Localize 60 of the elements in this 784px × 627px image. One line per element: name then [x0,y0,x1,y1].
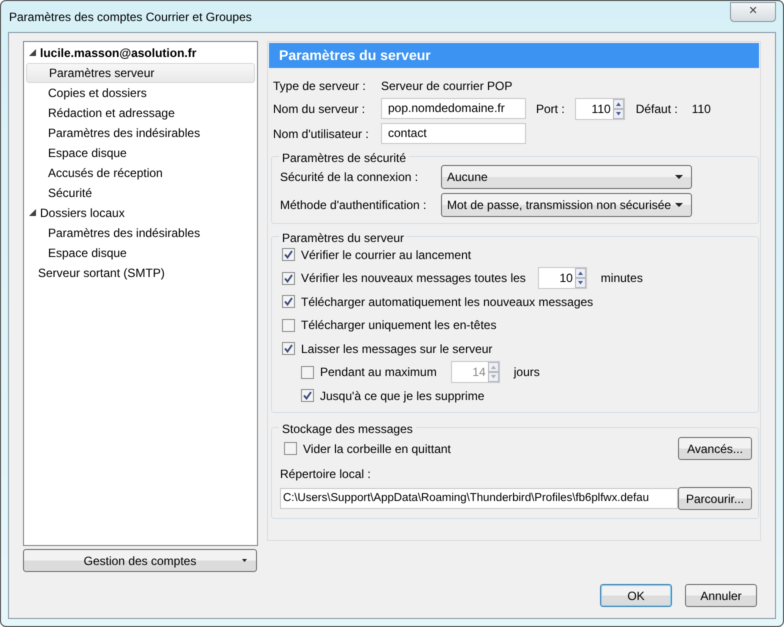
tree-item[interactable]: Accusés de réception [26,163,255,183]
manage-accounts-button[interactable]: Gestion des comptes [23,549,257,572]
number-spinner[interactable]: 10 [538,267,587,290]
field-value: 110 [692,100,711,118]
unit-label: minutes [600,270,643,288]
checkbox[interactable] [282,248,295,262]
field-label: Défaut : [636,100,678,118]
caret-icon [242,559,247,562]
checkbox[interactable] [282,295,295,308]
panel-title: Paramètres du serveur [269,43,759,68]
checkbox-label: Pendant au maximum [320,364,437,382]
checkbox[interactable] [301,389,314,402]
checkbox-label: Jusqu'à ce que je les supprime [320,388,484,405]
checkbox-label: Vérifier le courrier au lancement [301,246,472,264]
checkbox-label: Télécharger automatiquement les nouveaux messages [301,294,594,311]
checkbox-label: Vérifier les nouveaux messages toutes les [301,270,526,288]
checkbox[interactable] [284,442,297,455]
field-value: Serveur de courrier POP [381,78,512,94]
tree-item[interactable]: Copies et dossiers [26,83,255,103]
tree-item[interactable]: Serveur sortant (SMTP) [26,263,255,283]
dialog-button[interactable]: Annuler [685,584,757,607]
browse-button[interactable]: Parcourir... [678,487,752,510]
directory-field[interactable]: C:\Users\Support\AppData\Roaming\Thunderbird\Profiles\fb6plfwx.defau [280,488,678,509]
tree-item[interactable]: Paramètres serveur [26,63,255,83]
username-field[interactable]: contact [381,123,526,144]
caret-icon [675,203,683,207]
checkbox-label: Laisser les messages sur le serveur [301,340,492,358]
checkbox[interactable] [282,318,295,332]
checkbox[interactable] [282,342,295,356]
field-label: Port : [536,100,565,118]
field-label: Nom du serveur : [273,100,366,118]
tree-item[interactable]: Paramètres des indésirables [26,223,255,243]
dropdown[interactable]: Aucune [441,165,692,189]
tree-item[interactable]: Espace disque [26,143,255,163]
checkbox[interactable] [282,272,295,285]
port-spinner[interactable]: 110 [574,98,625,120]
tree-item[interactable]: Dossiers locaux [26,203,255,223]
dropdown[interactable]: Mot de passe, transmission non sécurisée [441,193,692,217]
server-name-field[interactable]: pop.nomdedomaine.fr [381,98,526,119]
field-label: Méthode d'authentification : [280,197,428,214]
unit-label: jours [514,364,540,382]
tree-item[interactable]: Paramètres des indésirables [26,123,255,143]
tree-item[interactable]: lucile.masson@asolution.fr [26,43,255,63]
tree-item[interactable]: Sécurité [26,183,255,203]
advanced-button[interactable]: Avancés... [678,437,752,460]
checkbox-label: Télécharger uniquement les en-têtes [301,317,496,334]
close-button[interactable]: ✕ [730,2,776,22]
checkbox-label: Vider la corbeille en quittant [303,440,451,458]
tree-item[interactable]: Rédaction et adressage [26,103,255,123]
dialog-button[interactable]: OK [600,584,672,607]
caret-icon [675,175,683,179]
field-label: Répertoire local : [280,466,371,482]
spin-arrows-icon [612,98,624,118]
field-label: Nom d'utilisateur : [273,126,370,142]
field-label: Type de serveur : [273,78,367,94]
window-title: Paramètres des comptes Courrier et Groupes [9,8,252,26]
spin-arrows-icon [488,362,499,382]
tree-item[interactable]: Espace disque [26,243,255,263]
spin-arrows-icon [574,268,586,288]
field-label: Sécurité de la connexion : [280,169,420,186]
